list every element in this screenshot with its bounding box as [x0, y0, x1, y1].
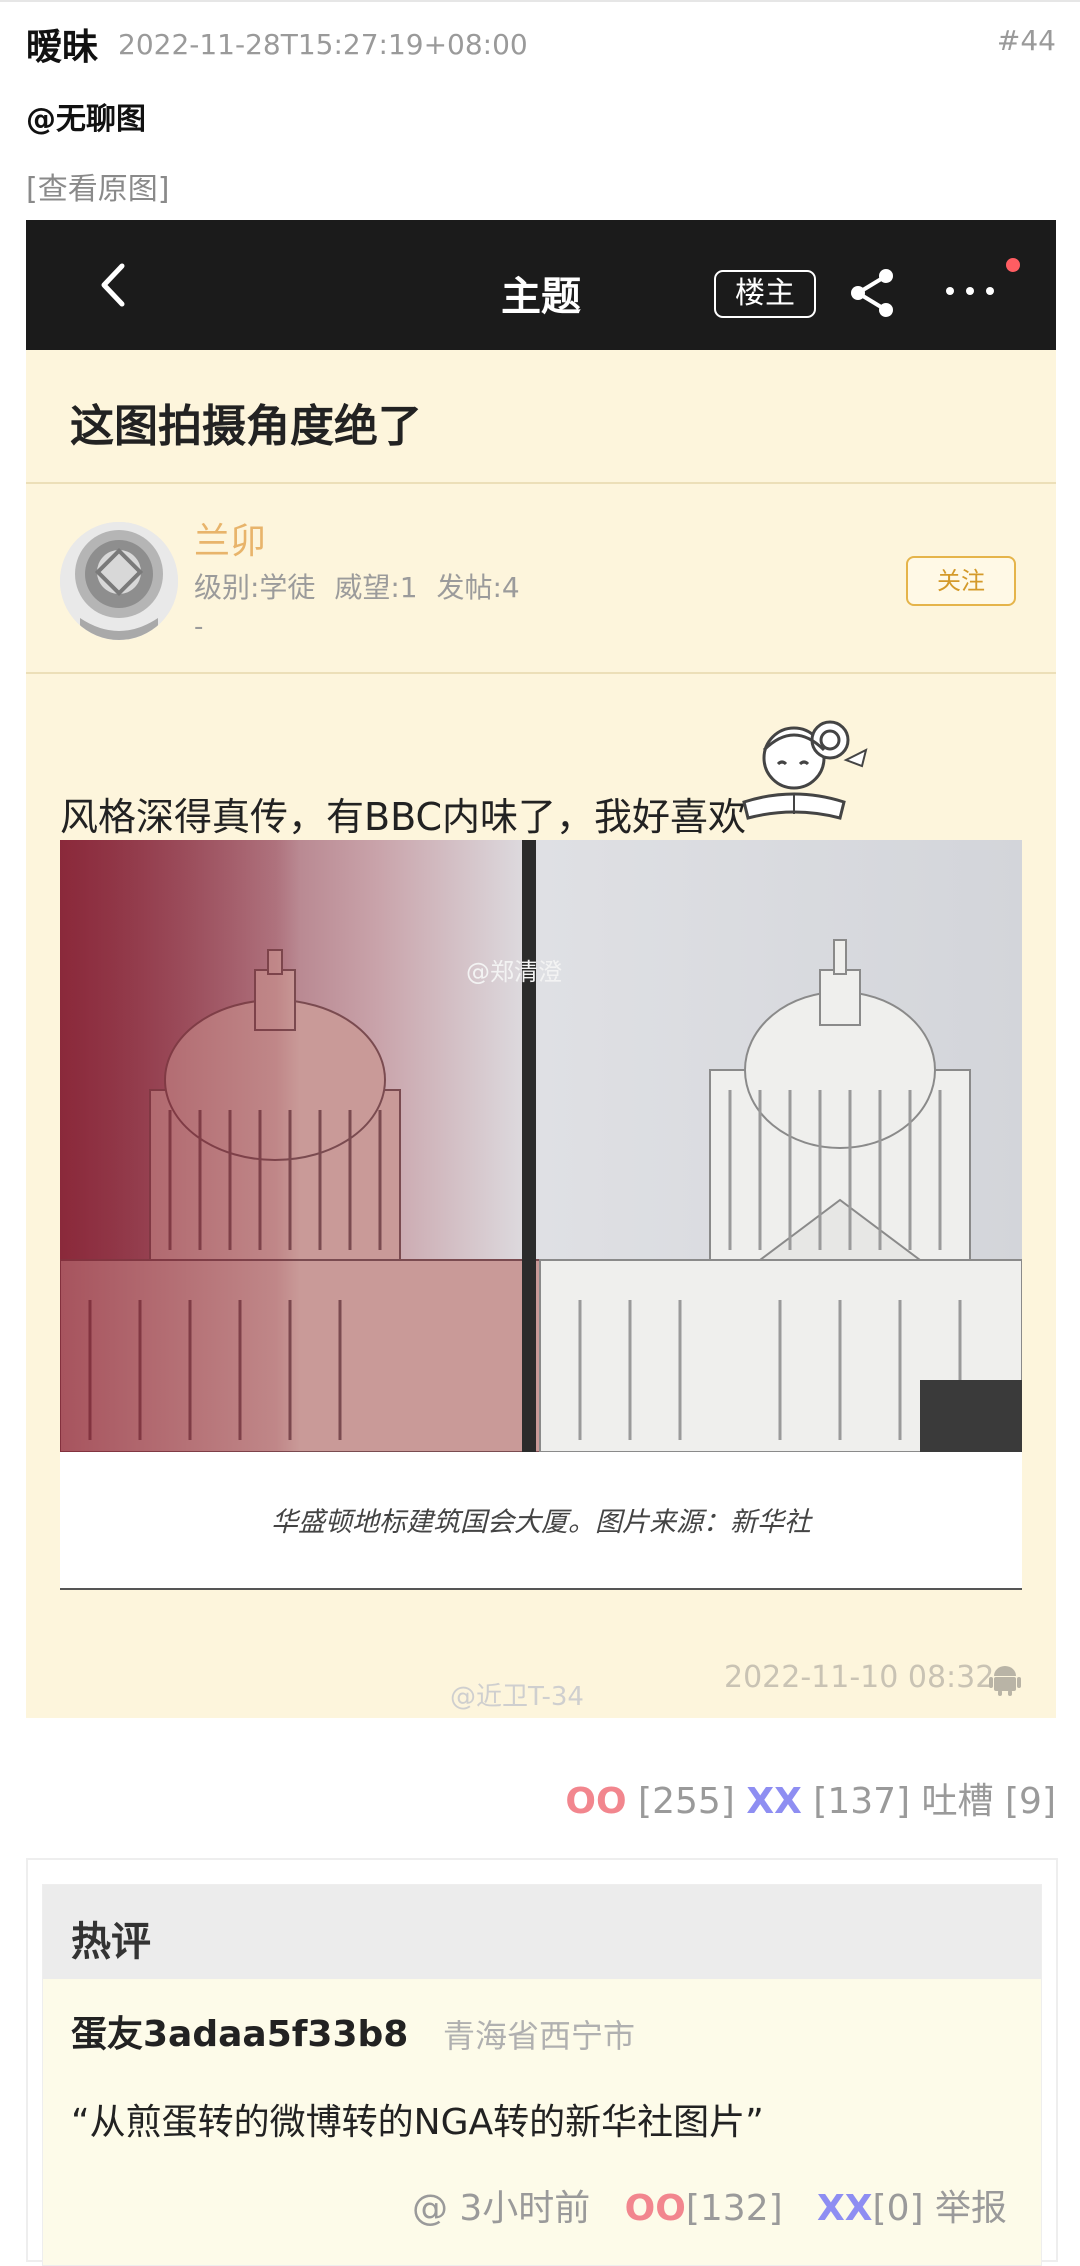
xx-button[interactable]: XX [746, 1781, 802, 1822]
screenshot-date: 2022-11-10 08:32 [724, 1660, 995, 1695]
anime-girl-sticker-icon [742, 720, 868, 820]
post-author[interactable]: 暧昧 [26, 18, 98, 70]
bottom-watermark: @近卫T-34 [450, 1682, 584, 1712]
post-number[interactable]: #44 [997, 24, 1056, 57]
comment-time: 3小时前 [459, 2188, 591, 2229]
comment-oo-count: [132] [685, 2188, 783, 2229]
hot-comments-title: 热评 [71, 1919, 151, 1965]
user-meta: 级别:学徒 威望:1 发帖:4 [194, 566, 520, 606]
user-name: 兰卯 [194, 521, 267, 562]
screenshot-nav-title: 主题 [501, 274, 581, 320]
post-mention: @无聊图 [26, 102, 146, 137]
reply-button[interactable]: @ [412, 2188, 448, 2229]
comment-author[interactable]: 蛋友3adaa5f33b8 [71, 2005, 408, 2057]
divider [26, 672, 1056, 674]
post-header: 暧昧 2022-11-28T15:27:19+08:00 #44 [26, 18, 1056, 68]
comment-xx-button[interactable]: XX [817, 2188, 873, 2229]
share-icon [851, 269, 893, 317]
hot-comments-header: 热评 [43, 1885, 1041, 1979]
post-time: 2022-11-28T15:27:19+08:00 [118, 28, 528, 61]
view-original-link[interactable]: [查看原图] [26, 164, 169, 208]
oo-button[interactable]: OO [565, 1781, 626, 1822]
comment-xx-count: [0] [872, 2188, 924, 2229]
capitol-photo [60, 840, 1022, 1452]
user-posts: 发帖:4 [436, 571, 520, 604]
screenshot-navbar: 主题 楼主 [26, 220, 1056, 350]
vote-bar: OO [255] XX [137] 吐槽 [9] [565, 1772, 1056, 1824]
photo-caption: 华盛顿地标建筑国会大厦。图片来源：新华社 [271, 1507, 811, 1538]
comment-location: 青海省西宁市 [443, 2017, 636, 2055]
comment-actions: @ 3小时前 OO[132] XX[0] 举报 [412, 2179, 1007, 2231]
comment-text: “从煎蛋转的微博转的NGA转的新华社图片” [71, 2102, 764, 2143]
android-icon [989, 1666, 1021, 1696]
photo-caption-area: 华盛顿地标建筑国会大厦。图片来源：新华社 [60, 1452, 1022, 1590]
hot-comments-section: 热评 蛋友3adaa5f33b8 青海省西宁市 “从煎蛋转的微博转的NGA转的新… [26, 1858, 1058, 2266]
xx-count: [137] [813, 1781, 911, 1822]
more-dots-icon [946, 287, 994, 295]
embedded-screenshot[interactable]: 主题 楼主 这图拍摄角度绝了 兰卯 级别:学徒 威望:1 发帖:4 - 关注 风… [26, 220, 1056, 1718]
hot-comments-panel: 热评 蛋友3adaa5f33b8 青海省西宁市 “从煎蛋转的微博转的NGA转的新… [42, 1884, 1042, 2266]
top-divider [0, 0, 1080, 2]
user-prestige: 威望:1 [334, 571, 418, 604]
post-body-text: 风格深得真传，有BBC内味了，我好喜欢 [60, 795, 747, 839]
follow-button: 关注 [906, 556, 1016, 606]
topic-title: 这图拍摄角度绝了 [70, 401, 422, 452]
capitol-building-image [60, 840, 1022, 1452]
divider [26, 482, 1056, 484]
report-button[interactable]: 举报 [935, 2188, 1007, 2229]
user-signature: - [194, 612, 204, 642]
oo-count: [255] [638, 1781, 735, 1822]
photo-watermark: @郑清澄 [466, 958, 562, 986]
user-level: 级别:学徒 [194, 571, 316, 604]
comment-oo-button[interactable]: OO [625, 2188, 686, 2229]
notification-dot [1006, 258, 1020, 272]
diver-helmet-avatar-icon [60, 522, 178, 640]
avatar [60, 522, 178, 640]
tucao-button[interactable]: 吐槽 [9] [922, 1781, 1056, 1822]
op-badge: 楼主 [714, 270, 816, 318]
